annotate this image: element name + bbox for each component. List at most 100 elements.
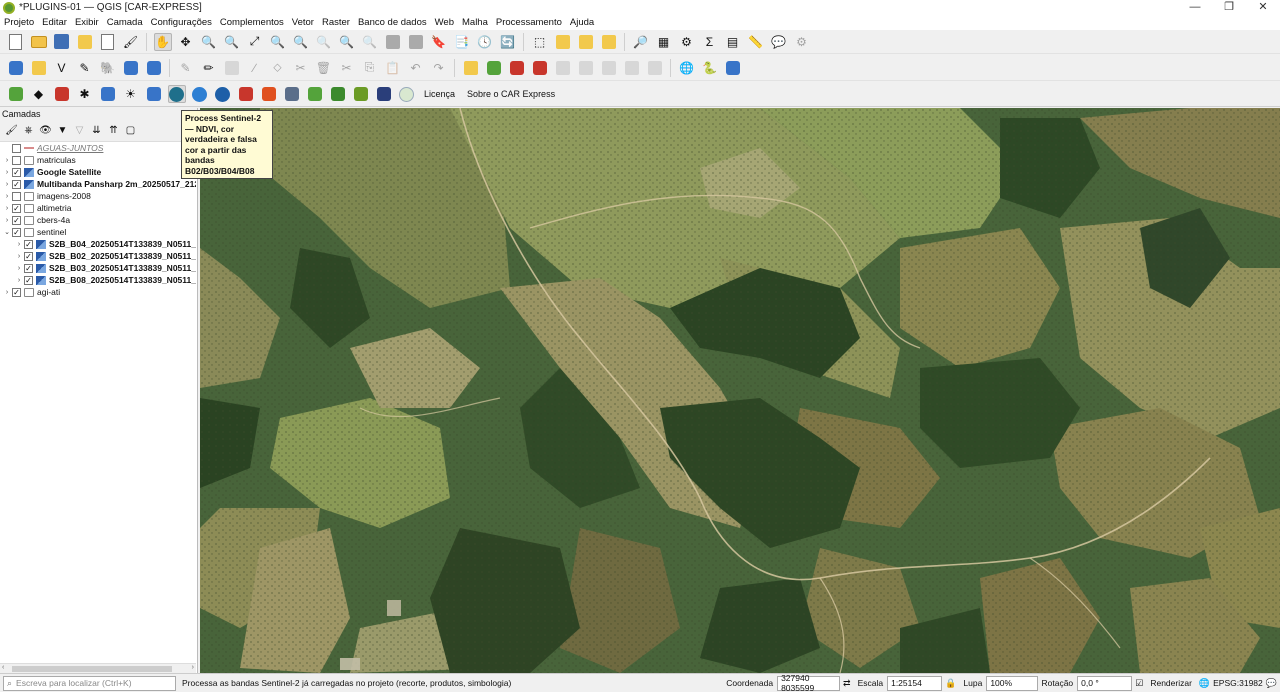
pan-map-icon[interactable]: ✋: [153, 32, 172, 51]
save-edits-icon[interactable]: [223, 59, 241, 77]
map-plugin-icon[interactable]: [99, 85, 117, 103]
layer-row[interactable]: › imagens-2008: [0, 190, 196, 202]
data-source-manager-icon[interactable]: [7, 59, 25, 77]
tree-plugin-icon[interactable]: [329, 85, 347, 103]
vertex-tool-icon[interactable]: ⬦: [269, 59, 287, 77]
scale-field[interactable]: 1:25154: [887, 675, 943, 691]
car-plugin-icon[interactable]: [7, 85, 25, 103]
menu-processamento[interactable]: Processamento: [496, 17, 562, 28]
settings-gear-icon[interactable]: ⚙: [678, 33, 696, 51]
menu-configuracoes[interactable]: Configurações: [151, 17, 212, 28]
brazil-flag-icon[interactable]: ◆: [30, 85, 48, 103]
map-canvas[interactable]: [200, 108, 1280, 673]
remove-layer-icon[interactable]: ▢: [124, 124, 138, 138]
license-link[interactable]: Licença: [424, 89, 455, 99]
new-project-icon[interactable]: [7, 33, 25, 51]
satellite-plugin-icon[interactable]: [375, 85, 393, 103]
add-raster-icon[interactable]: [122, 59, 140, 77]
modify-attributes-icon[interactable]: ✂: [292, 59, 310, 77]
layer-row[interactable]: › ✓ cbers-4a: [0, 214, 196, 226]
expand-arrow-icon[interactable]: ›: [2, 157, 12, 164]
minimize-button[interactable]: —: [1178, 0, 1212, 15]
save-project-icon[interactable]: [53, 33, 71, 51]
network-plugin-icon[interactable]: ✱: [76, 85, 94, 103]
red-layer-plugin-icon[interactable]: [53, 85, 71, 103]
search-plugin-icon[interactable]: [191, 85, 209, 103]
zoom-last-icon[interactable]: 🔍: [338, 33, 356, 51]
redo-icon[interactable]: ↷: [430, 59, 448, 77]
crs-label[interactable]: EPSG:31982: [1213, 678, 1263, 688]
layer-visibility-checkbox[interactable]: ✓: [24, 251, 33, 261]
fire-plugin-icon[interactable]: [237, 85, 255, 103]
python-console-icon[interactable]: 🐍: [701, 59, 719, 77]
messages-icon[interactable]: 💬: [1266, 678, 1277, 689]
add-postgis-icon[interactable]: 🐘: [99, 59, 117, 77]
layer-row[interactable]: › ✓ agi-ati: [0, 286, 196, 298]
open-project-icon[interactable]: [30, 33, 48, 51]
label-layer-icon[interactable]: [485, 59, 503, 77]
new-geopackage-icon[interactable]: [30, 59, 48, 77]
clock-plugin-icon[interactable]: [398, 85, 416, 103]
pan-to-selection-icon[interactable]: ✥: [177, 33, 195, 51]
add-wms-icon[interactable]: [145, 59, 163, 77]
farm-plugin-icon[interactable]: [352, 85, 370, 103]
show-hide-label-icon[interactable]: [623, 59, 641, 77]
temporal-controller-icon[interactable]: 🕓: [476, 33, 494, 51]
inpe-plugin-icon[interactable]: [145, 85, 163, 103]
measure-icon[interactable]: 📏: [747, 33, 765, 51]
menu-malha[interactable]: Malha: [462, 17, 488, 28]
lock-scale-icon[interactable]: 🔒: [945, 678, 956, 689]
annotation-icon[interactable]: 💬: [770, 33, 788, 51]
zoom-selection-icon[interactable]: 🔍: [269, 33, 287, 51]
expand-all-icon[interactable]: ⇊: [90, 124, 104, 138]
globe-plugin-icon[interactable]: [214, 85, 232, 103]
image-plugin-icon[interactable]: [283, 85, 301, 103]
expand-arrow-icon[interactable]: ⌄: [2, 228, 12, 236]
menu-camada[interactable]: Camada: [107, 17, 143, 28]
layer-row[interactable]: AGUAS-JUNTOS: [0, 142, 196, 154]
layer-visibility-checkbox[interactable]: [12, 155, 21, 165]
diagram-icon[interactable]: [646, 59, 664, 77]
undo-icon[interactable]: ↶: [407, 59, 425, 77]
maximize-button[interactable]: ❐: [1212, 0, 1246, 15]
attribute-table-icon[interactable]: ▦: [655, 33, 673, 51]
print-layout-icon[interactable]: [99, 33, 117, 51]
map-tips-icon[interactable]: ⚙: [793, 33, 811, 51]
digitize-icon[interactable]: ∕: [246, 59, 264, 77]
field-calculator-icon[interactable]: ▤: [724, 33, 742, 51]
layers-hscrollbar[interactable]: ‹ ›: [0, 663, 196, 673]
expand-arrow-icon[interactable]: ›: [14, 265, 24, 272]
menu-vetor[interactable]: Vetor: [292, 17, 314, 28]
layer-visibility-checkbox[interactable]: ✓: [12, 227, 21, 237]
georeferencer-icon[interactable]: 🌐: [678, 59, 696, 77]
scroll-thumb[interactable]: [12, 666, 172, 672]
copy-features-icon[interactable]: ⎘: [361, 59, 379, 77]
layer-row[interactable]: › ✓ Multibanda Pansharp 2m_20250517_212_: [0, 178, 196, 190]
identify-icon[interactable]: 🔎: [632, 33, 650, 51]
zoom-layer-icon[interactable]: 🔍: [292, 33, 310, 51]
add-group-icon[interactable]: ⎈: [22, 124, 36, 138]
menu-banco-de-dados[interactable]: Banco de dados: [358, 17, 427, 28]
locator-search[interactable]: ⌕ Escreva para localizar (Ctrl+K): [3, 675, 176, 691]
menu-web[interactable]: Web: [435, 17, 454, 28]
deselect-icon[interactable]: [577, 33, 595, 51]
menu-projeto[interactable]: Projeto: [4, 17, 34, 28]
layer-row[interactable]: › ✓ S2B_B03_20250514T133839_N0511_: [0, 262, 196, 274]
select-features-icon[interactable]: ⬚: [531, 33, 549, 51]
delete-selected-icon[interactable]: 🗑: [315, 59, 333, 77]
layer-visibility-checkbox[interactable]: ✓: [12, 179, 21, 189]
new-map-view-icon[interactable]: [384, 33, 402, 51]
filter-legend-icon[interactable]: ▼: [56, 124, 70, 138]
expand-arrow-icon[interactable]: ›: [2, 217, 12, 224]
scroll-right-icon[interactable]: ›: [192, 664, 194, 671]
menu-ajuda[interactable]: Ajuda: [570, 17, 594, 28]
select-attributes-icon[interactable]: [554, 33, 572, 51]
save-as-icon[interactable]: [76, 33, 94, 51]
show-bookmarks-icon[interactable]: 📑: [453, 33, 471, 51]
cut-features-icon[interactable]: ✂: [338, 59, 356, 77]
layer-visibility-checkbox[interactable]: [12, 143, 21, 153]
manage-themes-icon[interactable]: 👁: [39, 124, 53, 138]
layer-row[interactable]: › matriculas: [0, 154, 196, 166]
menu-exibir[interactable]: Exibir: [75, 17, 99, 28]
about-car-express-link[interactable]: Sobre o CAR Express: [467, 89, 555, 99]
